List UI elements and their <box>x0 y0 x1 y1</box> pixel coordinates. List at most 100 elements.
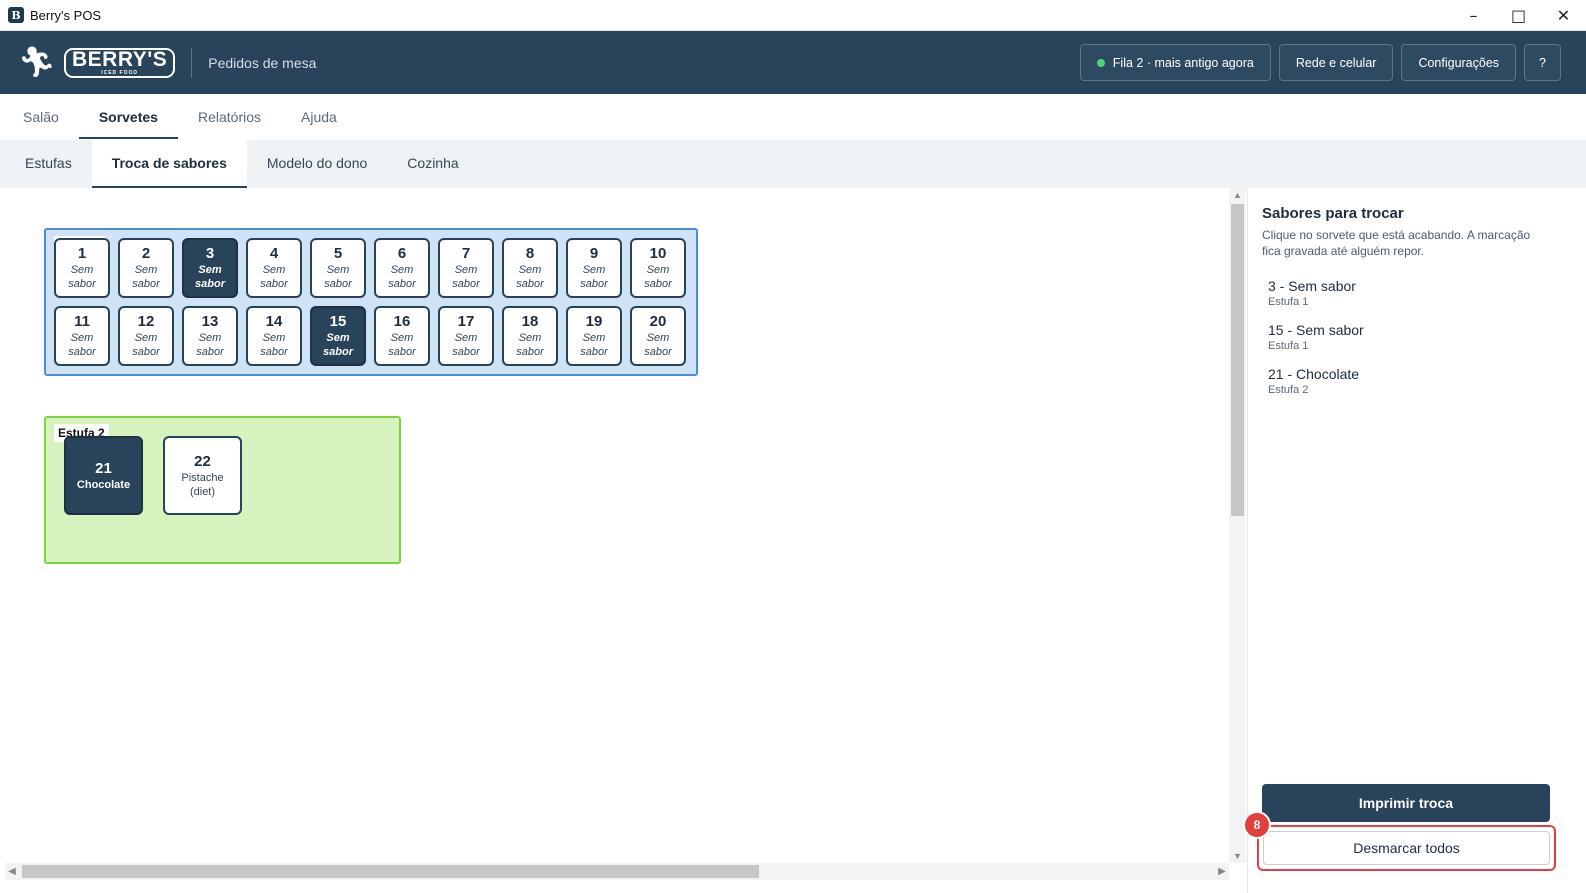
pot-5[interactable]: 5 Sem sabor <box>310 238 366 298</box>
pot-number: 16 <box>393 313 411 330</box>
list-item[interactable]: 21 - Chocolate Estufa 2 <box>1268 366 1558 397</box>
list-item[interactable]: 3 - Sem sabor Estufa 1 <box>1268 278 1558 309</box>
pot-11[interactable]: 11 Sem sabor <box>54 306 110 366</box>
pot-flavor: Sem sabor <box>388 264 416 290</box>
pot-flavor: Sem sabor <box>68 332 96 358</box>
pot-15[interactable]: 15 Sem sabor <box>310 306 366 366</box>
swap-item-location: Estufa 1 <box>1268 296 1309 308</box>
pot-number: 18 <box>521 313 539 330</box>
minimize-icon[interactable]: – <box>1451 0 1496 31</box>
pot-12[interactable]: 12 Sem sabor <box>118 306 174 366</box>
pot-6[interactable]: 6 Sem sabor <box>374 238 430 298</box>
pot-number: 6 <box>397 245 407 262</box>
pot-flavor: Sem sabor <box>195 264 225 290</box>
logo: 🏃︎ BERRY'S ICED FOOD <box>16 31 176 94</box>
scroll-left-icon[interactable]: ◀ <box>5 863 19 880</box>
pot-13[interactable]: 13 Sem sabor <box>182 306 238 366</box>
queue-status-label: Fila 2 · mais antigo agora <box>1112 55 1254 70</box>
pot-flavor: Sem sabor <box>196 332 224 358</box>
subtab-modelo-do-dono[interactable]: Modelo do dono <box>247 140 387 186</box>
close-icon[interactable]: ✕ <box>1541 0 1586 31</box>
subtab-cozinha[interactable]: Cozinha <box>387 140 478 186</box>
pot-number: 8 <box>525 245 535 262</box>
pot-flavor: Sem sabor <box>452 264 480 290</box>
tab-ajuda[interactable]: Ajuda <box>281 94 357 140</box>
logo-subtext: ICED FOOD <box>101 70 138 76</box>
subtab-troca-de-sabores[interactable]: Troca de sabores <box>91 140 248 188</box>
pot-20[interactable]: 20 Sem sabor <box>630 306 686 366</box>
network-button[interactable]: Rede e celular <box>1278 44 1394 81</box>
vertical-scroll-thumb[interactable] <box>1231 204 1244 516</box>
panel-title: Sabores para trocar <box>1262 205 1404 222</box>
horizontal-scrollbar[interactable]: ◀ ▶ <box>5 863 1229 880</box>
pot-7[interactable]: 7 Sem sabor <box>438 238 494 298</box>
pot-flavor: Chocolate <box>76 478 131 491</box>
app-header: 🏃︎ BERRY'S ICED FOOD Pedidos de mesa Fil… <box>0 31 1586 94</box>
pot-flavor: Sem sabor <box>132 264 160 290</box>
header-actions: Fila 2 · mais antigo agora Rede e celula… <box>1079 44 1561 81</box>
pot-4[interactable]: 4 Sem sabor <box>246 238 302 298</box>
app-icon: B <box>8 7 24 23</box>
main-tabs: Salão Sorvetes Relatórios Ajuda <box>0 94 1586 140</box>
pot-number: 22 <box>194 452 211 470</box>
window-title: Berry's POS <box>30 7 102 23</box>
logo-wordmark: BERRY'S ICED FOOD <box>64 47 176 78</box>
vertical-scrollbar[interactable]: ▲ ▼ <box>1229 188 1246 863</box>
swap-item-name: 21 - Chocolate <box>1268 366 1360 382</box>
pot-3[interactable]: 3 Sem sabor <box>182 238 238 298</box>
network-button-label: Rede e celular <box>1295 55 1377 70</box>
print-swap-button[interactable]: Imprimir troca <box>1262 784 1550 822</box>
scroll-up-icon[interactable]: ▲ <box>1229 188 1246 202</box>
pot-17[interactable]: 17 Sem sabor <box>438 306 494 366</box>
pot-number: 9 <box>589 245 599 262</box>
help-button[interactable]: ? <box>1524 44 1561 81</box>
step-badge: 8 <box>1243 811 1271 839</box>
pot-number: 21 <box>95 459 112 477</box>
pot-14[interactable]: 14 Sem sabor <box>246 306 302 366</box>
pot-22[interactable]: 22 Pistache (diet) <box>163 436 242 515</box>
pot-16[interactable]: 16 Sem sabor <box>374 306 430 366</box>
tab-sorvetes[interactable]: Sorvetes <box>78 94 179 140</box>
scroll-down-icon[interactable]: ▼ <box>1229 849 1246 863</box>
estufa-1: 1 Sem sabor 2 Sem sabor 3 Sem sabor 4 Sem sabor… <box>44 228 698 376</box>
tab-relatorios[interactable]: Relatórios <box>178 94 281 140</box>
horizontal-scroll-thumb[interactable] <box>22 865 759 878</box>
pot-2[interactable]: 2 Sem sabor <box>118 238 174 298</box>
pot-number: 14 <box>265 313 283 330</box>
pot-flavor: Sem sabor <box>644 332 672 358</box>
tab-salao[interactable]: Salão <box>23 94 79 140</box>
pot-10[interactable]: 10 Sem sabor <box>630 238 686 298</box>
swap-item-location: Estufa 1 <box>1268 340 1309 352</box>
pot-number: 11 <box>74 313 90 330</box>
pot-flavor: Sem sabor <box>260 332 288 358</box>
settings-button[interactable]: Configurações <box>1401 44 1517 81</box>
swap-list: 3 - Sem sabor Estufa 1 15 - Sem sabor Es… <box>1268 278 1558 410</box>
pot-flavor: Pistache (diet) <box>181 471 224 498</box>
clear-all-highlight: Desmarcar todos <box>1257 825 1556 871</box>
mascot-icon: 🏃︎ <box>17 45 57 80</box>
pot-number: 7 <box>461 245 471 262</box>
pot-flavor: Sem sabor <box>516 332 544 358</box>
pot-flavor: Sem sabor <box>580 332 608 358</box>
subtab-estufas[interactable]: Estufas <box>5 140 92 186</box>
list-item[interactable]: 15 - Sem sabor Estufa 1 <box>1268 322 1558 353</box>
queue-status-button[interactable]: Fila 2 · mais antigo agora <box>1079 44 1271 81</box>
pot-flavor: Sem sabor <box>323 332 353 358</box>
pot-19[interactable]: 19 Sem sabor <box>566 306 622 366</box>
estufa-2: Estufa 2 21 Chocolate 22 Pistache (diet) <box>44 416 401 564</box>
pot-flavor: Sem sabor <box>644 264 672 290</box>
pot-number: 4 <box>269 245 279 262</box>
swap-item-location: Estufa 2 <box>1268 384 1309 396</box>
pot-number: 1 <box>77 245 87 262</box>
pot-1[interactable]: 1 Sem sabor <box>54 238 110 298</box>
maximize-icon[interactable]: □ <box>1496 0 1541 31</box>
pot-9[interactable]: 9 Sem sabor <box>566 238 622 298</box>
swap-item-name: 15 - Sem sabor <box>1268 322 1364 338</box>
logo-text: BERRY'S <box>72 48 168 71</box>
clear-all-button[interactable]: Desmarcar todos <box>1263 831 1550 865</box>
pot-21[interactable]: 21 Chocolate <box>64 436 143 515</box>
scroll-right-icon[interactable]: ▶ <box>1215 863 1229 880</box>
pot-number: 10 <box>649 245 667 262</box>
pot-18[interactable]: 18 Sem sabor <box>502 306 558 366</box>
pot-8[interactable]: 8 Sem sabor <box>502 238 558 298</box>
